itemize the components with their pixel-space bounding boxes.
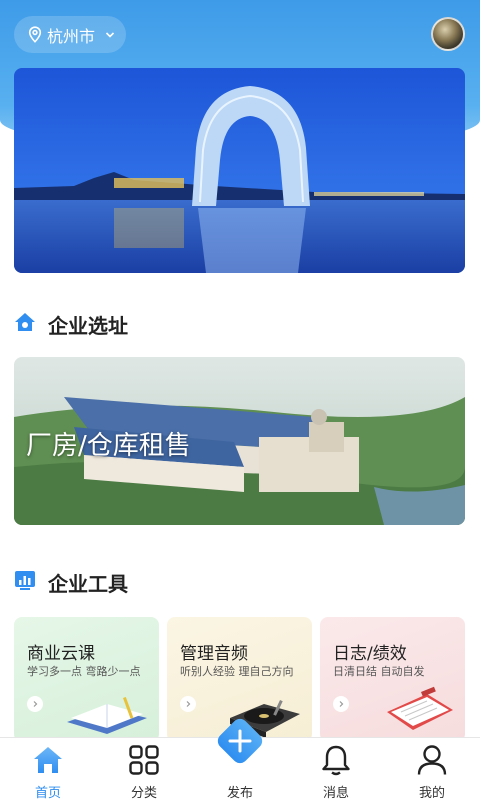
tool-card-subtitle: 日清日结 自动自发	[333, 665, 425, 678]
tool-card-log[interactable]: 日志/绩效 日清日结 自动自发	[320, 617, 465, 742]
factory-rental-label: 厂房/仓库租售	[26, 431, 191, 461]
factory-rental-card[interactable]: 厂房/仓库租售	[14, 357, 465, 525]
section-tools-label: 企业工具	[48, 572, 128, 596]
grid-icon	[128, 742, 160, 778]
clipboard-icon	[377, 682, 457, 742]
home-icon	[32, 742, 64, 778]
section-site-title: 企业选址	[14, 310, 128, 339]
publish-button[interactable]	[213, 716, 267, 770]
house-icon	[14, 311, 36, 338]
tool-card-title: 日志/绩效	[333, 644, 407, 664]
tool-card-course[interactable]: 商业云课 学习多一点 弯路少一点	[14, 617, 159, 742]
section-tools-title: 企业工具	[14, 568, 128, 597]
tool-card-title: 管理音频	[180, 644, 248, 664]
chevron-right-icon[interactable]	[27, 696, 43, 712]
tab-label: 消息	[322, 786, 349, 800]
avatar[interactable]	[431, 17, 465, 51]
city-selector[interactable]: 杭州市	[14, 16, 126, 53]
tab-messages[interactable]: 消息	[288, 738, 384, 800]
location-pin-icon	[28, 26, 42, 43]
chevron-right-icon[interactable]	[180, 696, 196, 712]
tab-category[interactable]: 分类	[96, 738, 192, 800]
tab-label: 分类	[130, 786, 157, 800]
plus-icon	[213, 714, 267, 772]
tool-card-title: 商业云课	[27, 644, 95, 664]
section-site-label: 企业选址	[48, 314, 128, 338]
bar-chart-icon	[14, 569, 36, 596]
chevron-right-icon[interactable]	[333, 696, 349, 712]
tab-label: 首页	[34, 786, 61, 800]
tab-profile[interactable]: 我的	[384, 738, 480, 800]
bell-icon	[320, 742, 352, 778]
tab-home[interactable]: 首页	[0, 738, 96, 800]
tool-card-subtitle: 学习多一点 弯路少一点	[27, 665, 141, 678]
tool-card-subtitle: 听别人经验 理自己方向	[180, 665, 294, 678]
banner-image[interactable]	[14, 68, 465, 273]
tab-label: 我的	[418, 786, 445, 800]
city-name: 杭州市	[47, 26, 96, 46]
book-icon	[63, 688, 151, 742]
tab-label: 发布	[226, 786, 253, 800]
chevron-down-icon	[105, 31, 115, 39]
user-icon	[416, 742, 448, 778]
